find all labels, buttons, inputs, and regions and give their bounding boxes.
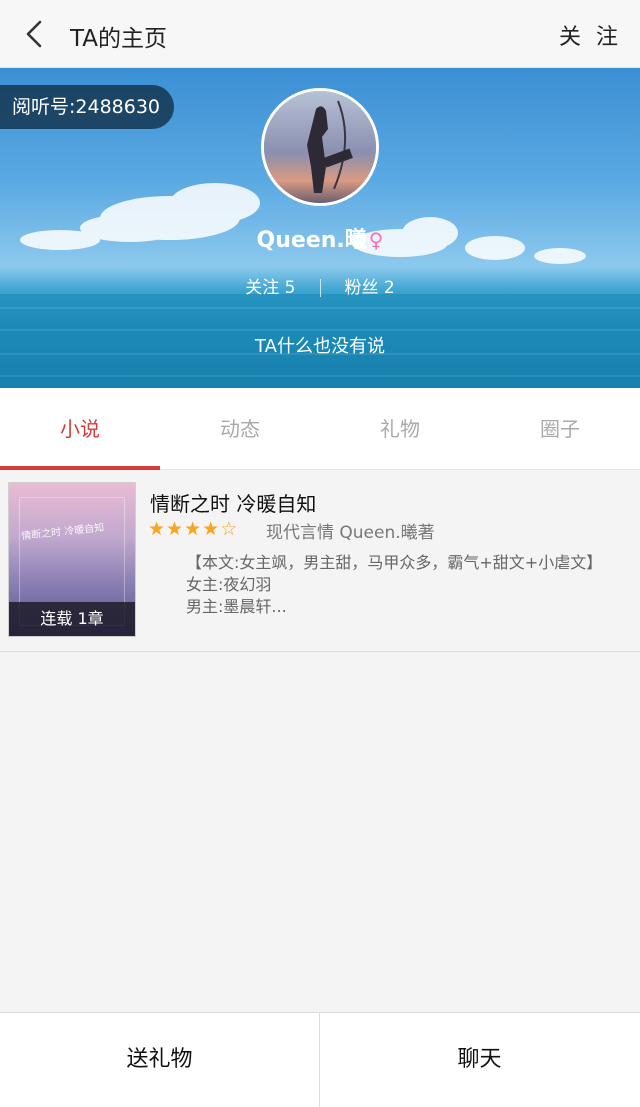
desc-line: 男主:墨晨轩... [186,597,287,616]
desc-line: 【本文:女主飒，男主甜，马甲众多，霸气+甜文+小虐文】 [186,553,603,572]
star-filled-icon: ★ [184,518,203,540]
following-label: 关注 [245,278,280,298]
avatar-image [264,91,376,203]
followers-label: 粉丝 [344,278,379,298]
username-text: Queen.曦 [256,228,367,253]
list-item[interactable]: 情断之时 冷暖自知 连载 1章 情断之时 冷暖自知 ★★★★☆ 现代言情 Que… [0,470,640,652]
top-nav-bar: TA的主页 关 注 [0,0,640,68]
star-empty-icon: ☆ [220,518,239,540]
female-gender-icon: ♀ [368,228,384,252]
star-filled-icon: ★ [148,518,167,540]
book-author: Queen.曦著 [339,523,435,543]
send-gift-button[interactable]: 送礼物 [0,1013,319,1107]
page-title: TA的主页 [70,26,167,52]
tab-novels[interactable]: 小说 [0,388,160,470]
followers-count: 2 [383,278,395,298]
desc-line: 女主:夜幻羽 [186,575,272,594]
read-id-badge: 阅听号:2488630 [0,85,175,129]
followers-stat[interactable]: 粉丝 2 [345,278,395,298]
username: Queen.曦 ♀ [0,222,640,254]
book-meta: 现代言情 Queen.曦著 [266,518,435,543]
book-cover[interactable]: 情断之时 冷暖自知 连载 1章 [8,482,136,637]
book-title[interactable]: 情断之时 冷暖自知 [150,488,316,517]
chat-button[interactable]: 聊天 [320,1013,639,1107]
profile-bio: TA什么也没有说 [255,336,385,357]
star-filled-icon: ★ [166,518,185,540]
bottom-action-bar: 送礼物 聊天 [0,1012,640,1107]
following-count: 5 [284,278,296,298]
back-button[interactable] [14,14,54,54]
rating-stars: ★★★★☆ [148,518,238,540]
book-category: 现代言情 [266,523,334,543]
serial-status-badge: 连载 1章 [9,602,135,636]
book-description: 【本文:女主飒，男主甜，马甲众多，霸气+甜文+小虐文】 女主:夜幻羽 男主:墨晨… [150,552,630,618]
avatar[interactable] [261,88,379,206]
profile-tabs: 小说 动态 礼物 圈子 [0,388,640,470]
star-filled-icon: ★ [202,518,221,540]
following-stat[interactable]: 关注 5 [245,278,295,298]
tab-circles[interactable]: 圈子 [480,388,640,470]
chevron-left-icon [26,20,42,48]
tab-activity[interactable]: 动态 [160,388,320,470]
follow-button[interactable]: 关 注 [559,19,622,51]
tab-gifts[interactable]: 礼物 [320,388,480,470]
profile-header: 阅听号:2488630 Queen.曦 ♀ 关注 5 粉丝 2 TA什么也没有说 [0,68,640,388]
stats-divider [319,279,321,297]
follow-stats: 关注 5 粉丝 2 [0,273,640,298]
